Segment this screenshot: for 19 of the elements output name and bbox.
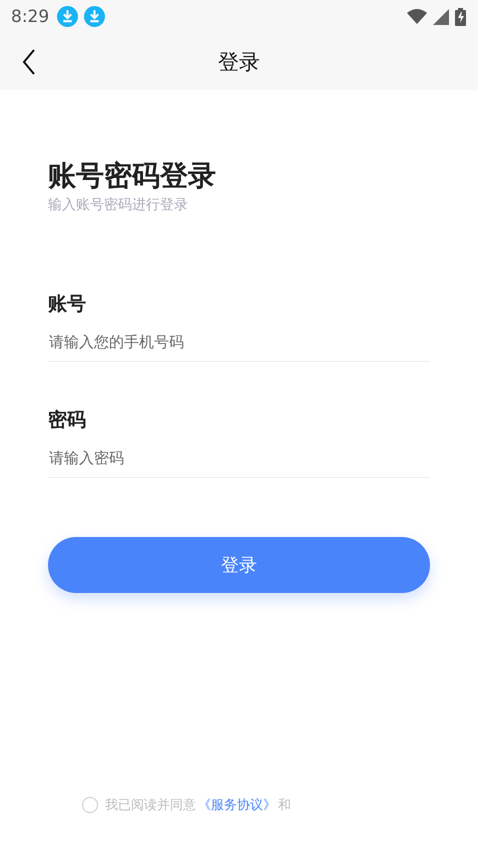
login-button[interactable]: 登录 — [48, 537, 430, 593]
signal-icon — [433, 8, 449, 24]
wifi-icon — [407, 9, 427, 24]
login-heading: 账号密码登录 — [48, 158, 216, 194]
login-subtitle: 输入账号密码进行登录 — [48, 196, 188, 214]
status-time: 8:29 — [11, 6, 50, 26]
back-icon — [22, 49, 36, 75]
page-title: 登录 — [218, 48, 260, 76]
download-icon — [84, 6, 106, 27]
password-field[interactable]: 请输入密码 — [48, 439, 430, 478]
phone-field[interactable]: 请输入您的手机号码 — [48, 323, 430, 362]
field-label: 密码 — [48, 408, 86, 432]
agreement-text: 我已阅读并同意 — [105, 797, 196, 814]
service-agreement-link[interactable]: 《服务协议》 — [198, 796, 276, 814]
field-label: 账号 — [48, 292, 86, 316]
agreement-text: 和 — [278, 797, 291, 814]
agree-checkbox[interactable] — [82, 797, 98, 813]
download-icon — [57, 6, 78, 27]
battery-icon — [455, 8, 466, 26]
